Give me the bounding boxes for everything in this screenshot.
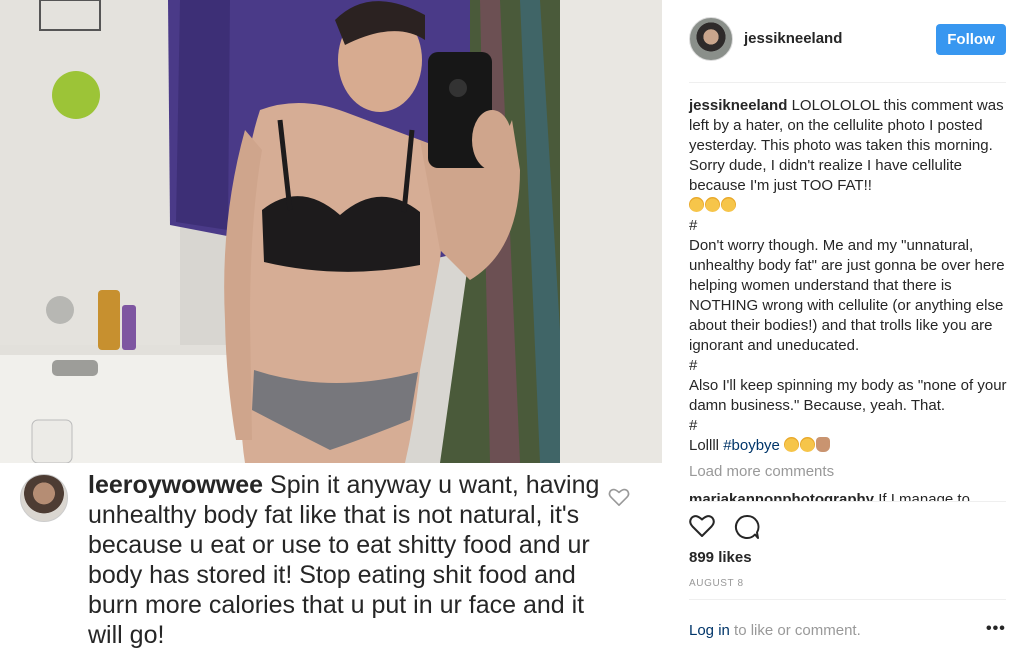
commenter-username: leeroywowwee [88,471,264,499]
next-comment-text: If I manage to [878,491,970,501]
heart-outline-icon [608,488,630,506]
hashtag-link[interactable]: #boybye [723,437,780,454]
heart-outline-icon[interactable] [689,514,715,538]
caption-last-line: Lollll #boybye [689,436,1007,456]
post-photo[interactable] [0,0,662,463]
post-photo-illustration [0,0,662,463]
author-username[interactable]: jessikneeland [744,30,842,47]
next-comment-username[interactable]: mariakannonphotography [689,491,874,501]
post-date: AUGUST 8 [689,578,744,589]
footer-divider [689,599,1006,600]
header-divider [689,82,1006,83]
caption-paragraph-3: Also I'll keep spinning my body as "none… [689,377,1007,414]
next-comment-preview: mariakannonphotography If I manage to [689,490,1007,501]
unamused-face-icon [721,197,736,212]
comment-bubble-icon[interactable] [734,514,760,540]
caption-hash-3: # [689,417,698,434]
screenshot-comment: leeroywowwee Spin it anyway u want, havi… [88,470,608,650]
post-caption: jessikneeland LOLOLOLOL this comment was… [689,96,1007,456]
follow-button[interactable]: Follow [936,24,1006,55]
thinking-face-icon [689,197,704,212]
login-prompt: Log in to like or comment. [689,622,861,639]
actions-divider [689,501,1006,502]
relieved-face-icon [800,437,816,452]
more-options-button[interactable]: ••• [986,620,1006,638]
author-avatar[interactable] [689,17,733,61]
waving-hand-icon [816,437,831,452]
caption-paragraph-2: Don't worry though. Me and my "unnatural… [689,237,1005,354]
caption-emoji-row [689,196,1007,216]
likes-count[interactable]: 899 likes [689,549,752,566]
caption-hash-2: # [689,357,698,374]
crying-laughing-face-icon [705,197,720,212]
caption-last-text: Lollll [689,437,724,454]
load-more-comments-link[interactable]: Load more comments [689,463,834,480]
login-prompt-text: to like or comment. [729,622,861,639]
laughing-face-icon [784,437,800,452]
login-link[interactable]: Log in [689,622,730,639]
caption-hash-1: # [689,217,698,234]
caption-username[interactable]: jessikneeland [689,97,787,114]
commenter-avatar [20,474,68,522]
